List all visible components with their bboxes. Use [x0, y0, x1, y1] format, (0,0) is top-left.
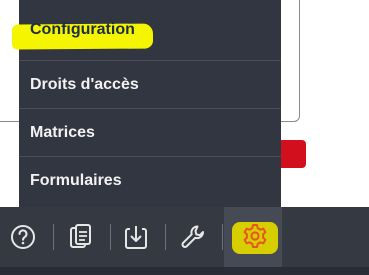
settings-button[interactable]	[235, 207, 275, 267]
menu-item-droits-acces[interactable]: Droits d'accès	[19, 61, 281, 109]
settings-dropdown-menu: Configuration Droits d'accès Matrices Fo…	[11, 0, 281, 208]
help-button[interactable]	[3, 207, 43, 267]
wrench-icon	[181, 225, 205, 248]
tools-button[interactable]	[173, 207, 213, 267]
toolbar-separator	[53, 224, 54, 250]
menu-item-label: Droits d'accès	[30, 75, 139, 93]
bottom-toolbar	[0, 207, 369, 267]
menu-item-formulaires[interactable]: Formulaires	[19, 157, 281, 205]
bottom-strip	[0, 267, 369, 275]
menu-item-configuration[interactable]: Configuration	[11, 0, 281, 61]
download-button[interactable]	[116, 207, 156, 267]
help-icon	[11, 225, 35, 249]
toolbar-separator	[165, 224, 166, 250]
gear-icon	[243, 224, 267, 248]
documents-button[interactable]	[61, 207, 101, 267]
download-icon	[125, 226, 147, 249]
menu-item-label: Configuration	[30, 21, 135, 38]
toolbar-separator	[222, 224, 223, 250]
menu-item-matrices[interactable]: Matrices	[19, 109, 281, 157]
toolbar-separator	[110, 224, 111, 250]
menu-item-label: Matrices	[30, 123, 95, 141]
document-icon	[70, 224, 91, 248]
menu-item-label: Formulaires	[30, 172, 122, 189]
